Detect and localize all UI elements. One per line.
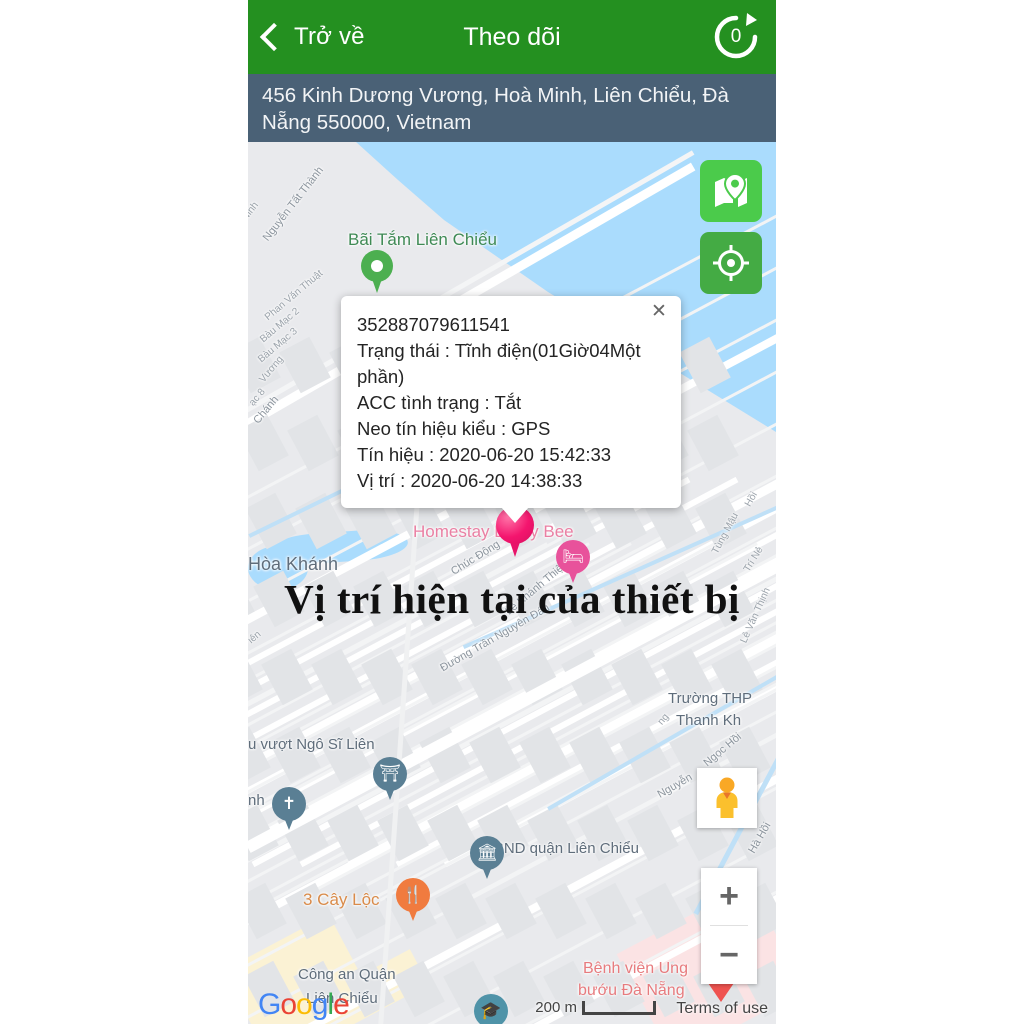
poi-marker-layer: 🛏 ⛩ ✝ 🏛 🍴 🎓: [248, 142, 776, 1024]
refresh-button[interactable]: 0: [710, 11, 762, 63]
zoom-controls: + −: [701, 868, 757, 984]
map-layers-button[interactable]: [700, 160, 762, 222]
poi-marker-glyph: 🛏: [562, 547, 584, 566]
locate-me-button[interactable]: [700, 232, 762, 294]
poi-marker-glyph: 🏛: [476, 843, 498, 862]
back-button-label: Trở về: [294, 23, 365, 50]
address-text: 456 Kinh Dương Vương, Hoà Minh, Liên Chi…: [262, 84, 729, 134]
crosshair-locate-icon: [713, 245, 749, 281]
info-anchor-type: Neo tín hiệu kiểu : GPS: [357, 418, 551, 439]
google-logo-letter-2: o: [280, 988, 297, 1021]
zoom-in-button[interactable]: +: [701, 868, 757, 925]
google-logo-letter-3: o: [296, 988, 313, 1021]
info-status: Trạng thái : Tĩnh điện(01Giờ04Một phần): [357, 340, 641, 387]
device-info-window: ✕ 352887079611541 Trạng thái : Tĩnh điện…: [341, 296, 681, 508]
close-icon[interactable]: ✕: [647, 300, 671, 324]
scale-line: [582, 1000, 656, 1015]
pin-tail: [370, 273, 384, 293]
streetview-pegman-button[interactable]: [697, 768, 757, 828]
info-position-time: Vị trí : 2020-06-20 14:38:33: [357, 470, 583, 491]
pin-dot: [371, 260, 383, 272]
terms-of-use-link[interactable]: Terms of use: [676, 1000, 768, 1018]
zoom-out-button[interactable]: −: [701, 927, 757, 984]
poi-marker[interactable]: ⛩: [373, 757, 407, 801]
map-scale-bar: 200 m: [535, 999, 656, 1016]
info-acc-status: ACC tình trạng : Tắt: [357, 392, 522, 413]
google-logo-letter-1: G: [258, 988, 281, 1021]
scale-label: 200 m: [535, 999, 577, 1016]
map-canvas[interactable]: Bãi Tắm Liên Chiểu Nguyễn Tất Thành Ninh Ph…: [248, 142, 776, 1024]
info-device-id: 352887079611541: [357, 314, 510, 335]
zoom-separator: [710, 925, 748, 926]
map-pin-layers-icon: [715, 172, 747, 207]
back-button[interactable]: Trở về: [259, 22, 365, 52]
google-logo: Google: [258, 988, 350, 1021]
poi-marker-glyph: ⛩: [379, 764, 401, 783]
address-bar: 456 Kinh Dương Vương, Hoà Minh, Liên Chi…: [248, 74, 776, 142]
top-navigation-bar: Trở về Theo dõi 0: [248, 0, 776, 74]
phone-screen: Trở về Theo dõi 0 456 Kinh Dương Vương, …: [248, 0, 776, 1024]
info-signal-time: Tín hiệu : 2020-06-20 15:42:33: [357, 444, 612, 465]
poi-marker-glyph: 🍴: [402, 885, 424, 904]
poi-marker-glyph: ✝: [281, 794, 297, 813]
refresh-count-label: 0: [730, 26, 742, 47]
screenshot-stage: Trở về Theo dõi 0 456 Kinh Dương Vương, …: [0, 0, 1024, 1024]
chevron-left-icon: [259, 22, 289, 52]
poi-marker[interactable]: 🛏: [556, 540, 590, 584]
google-logo-letter-4: g: [311, 988, 329, 1021]
poi-marker[interactable]: 🍴: [396, 878, 430, 922]
poi-marker[interactable]: 🎓: [474, 994, 508, 1024]
pegman-streetview-icon: [716, 777, 738, 818]
beach-location-pin[interactable]: [361, 250, 393, 294]
poi-marker-glyph: 🎓: [480, 1001, 502, 1020]
poi-marker[interactable]: 🏛: [470, 836, 504, 880]
google-logo-letter-6: e: [333, 988, 350, 1021]
poi-marker[interactable]: ✝: [272, 787, 306, 831]
